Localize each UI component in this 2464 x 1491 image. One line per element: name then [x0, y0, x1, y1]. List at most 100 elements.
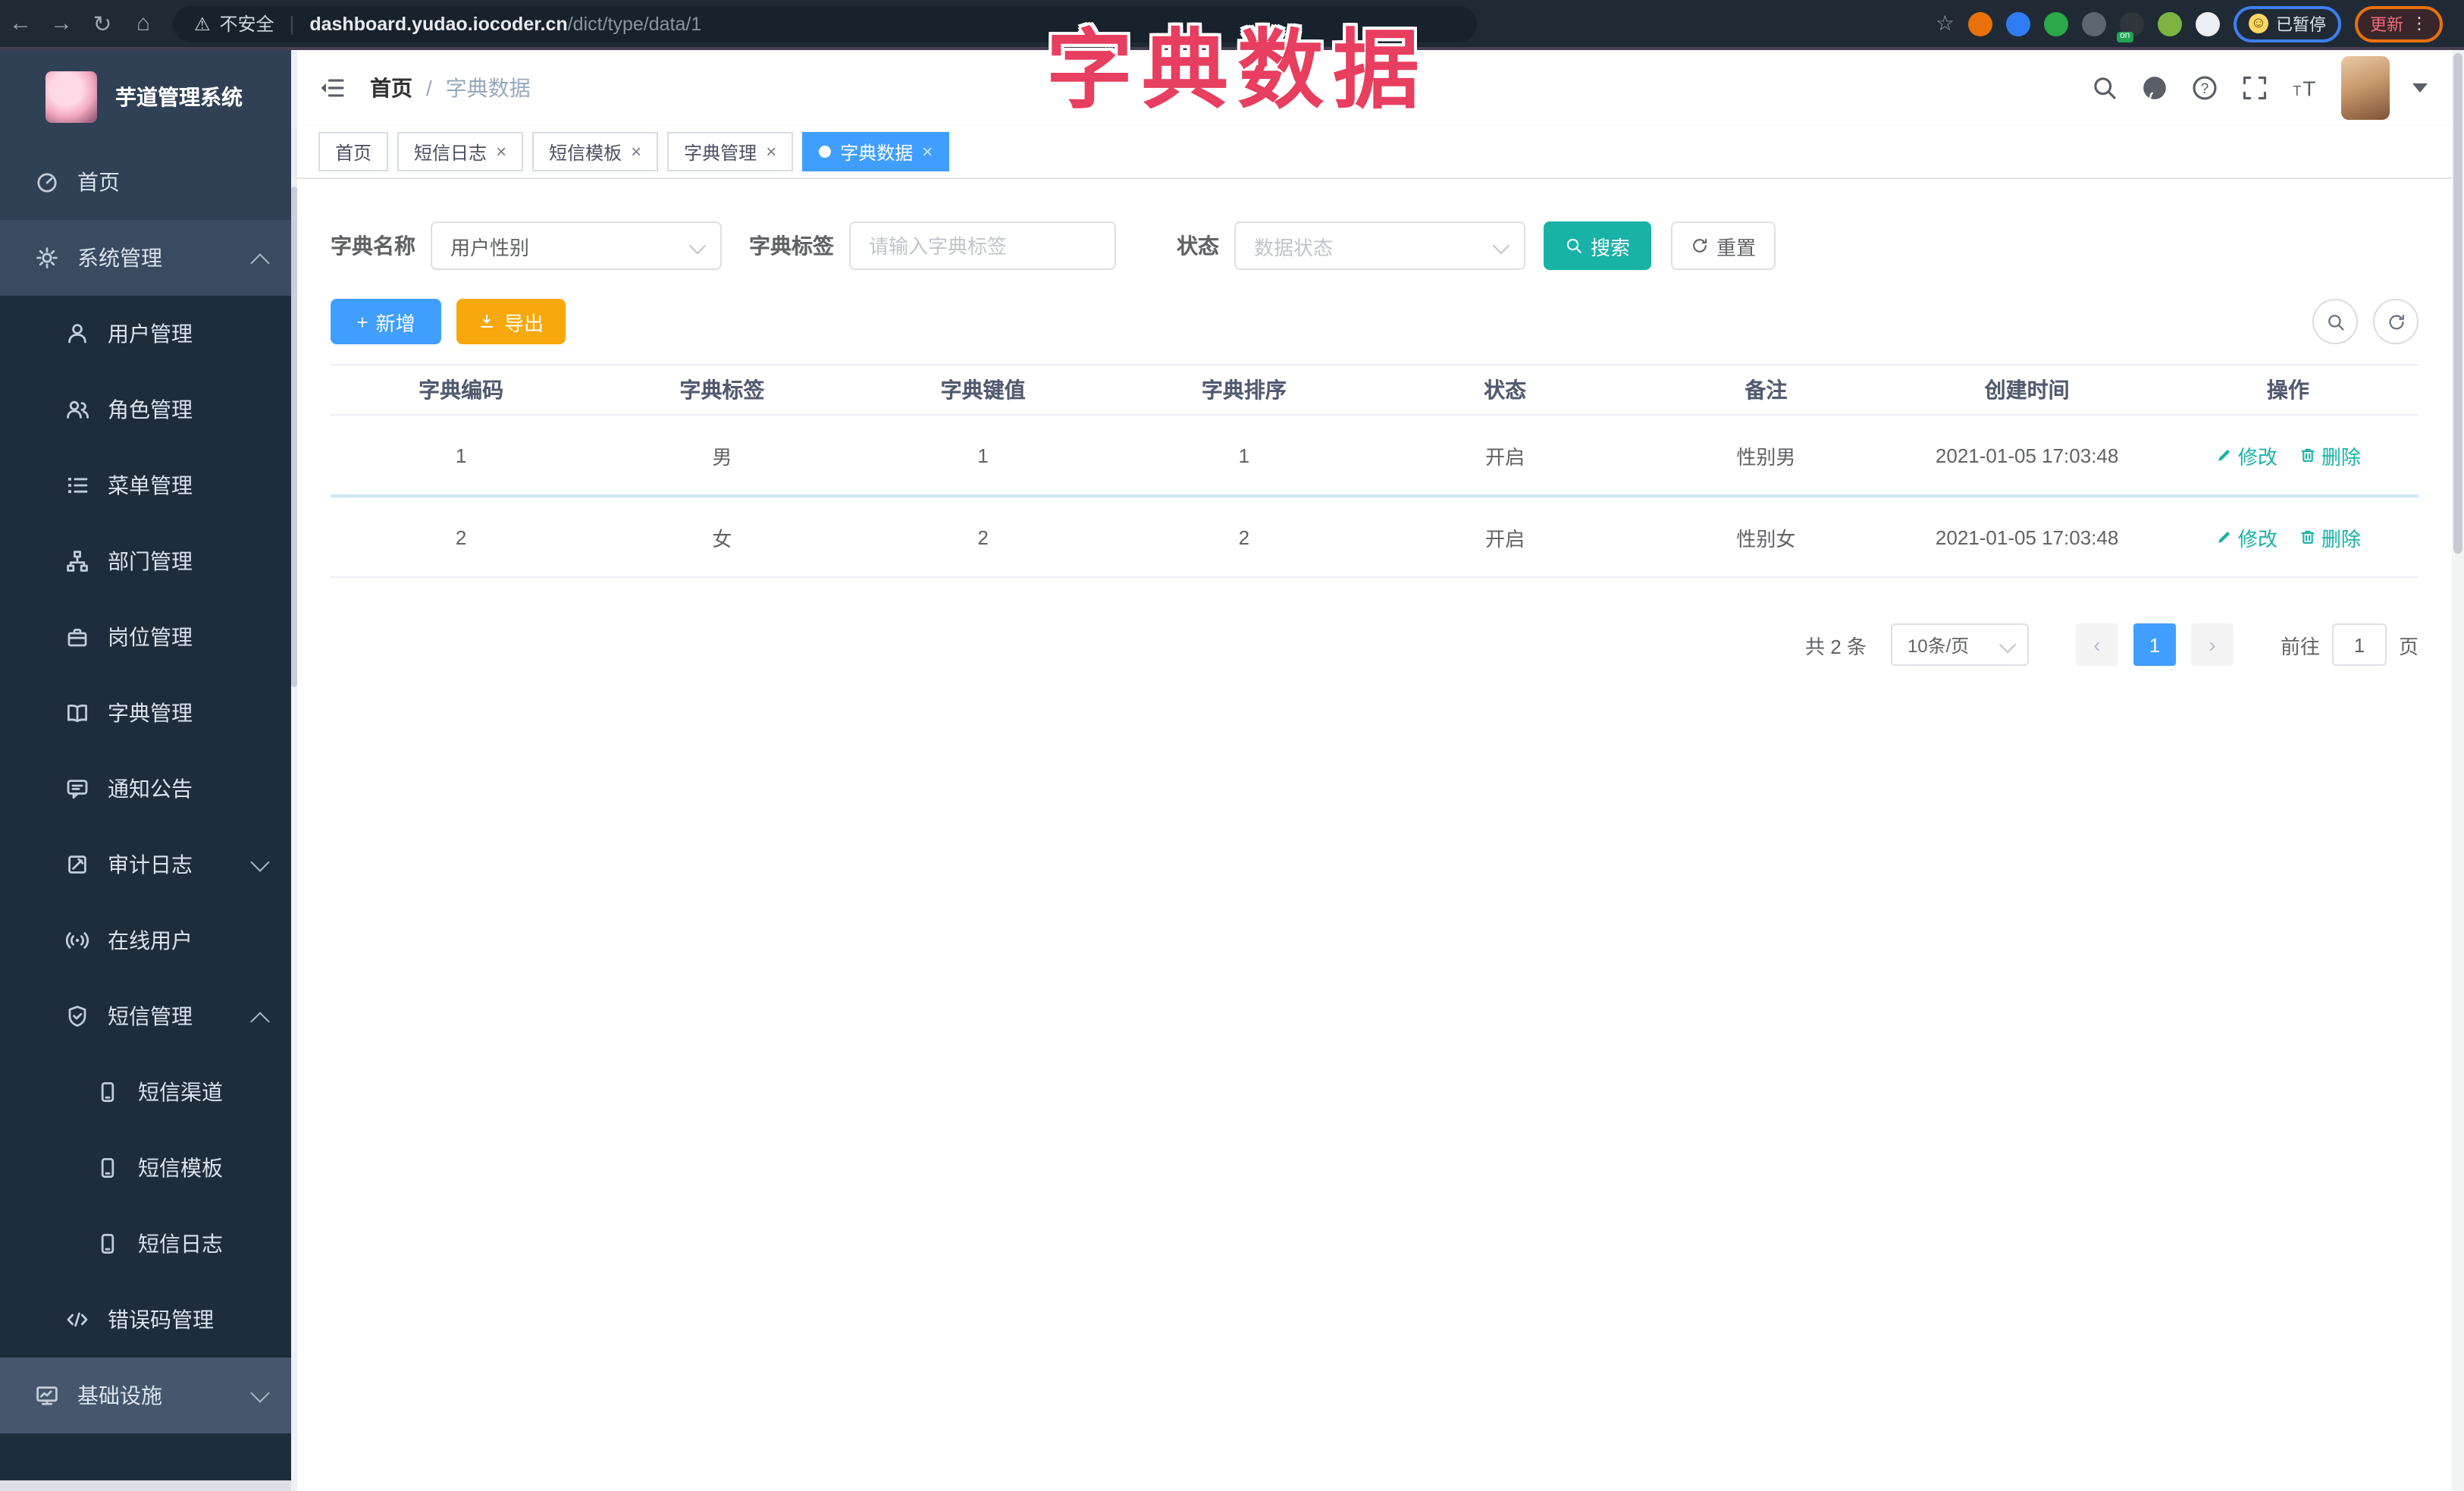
action-label: 删除 — [2321, 527, 2361, 550]
table-cell: 2 — [455, 526, 467, 548]
menu-list-icon — [65, 473, 91, 498]
sidebar-logo[interactable]: 芋道管理系统 — [0, 50, 297, 144]
avatar-caret-icon[interactable] — [2412, 83, 2428, 93]
edit-link[interactable]: 修改 — [2215, 441, 2277, 469]
tab-0[interactable]: 首页 — [318, 132, 389, 171]
sidebar-fold-icon[interactable] — [318, 74, 346, 102]
blue-gem-extension-icon[interactable] — [2006, 11, 2030, 36]
address-bar[interactable]: ⚠ 不安全 | dashboard.yudao.iocoder.cn /dict… — [173, 5, 1477, 42]
tab-close-icon[interactable]: × — [496, 141, 506, 162]
search-icon — [2091, 74, 2118, 102]
export-button[interactable]: 导出 — [456, 299, 566, 344]
delete-link[interactable]: 删除 — [2299, 441, 2361, 469]
profile-paused-badge[interactable]: ☺ 已暂停 — [2234, 5, 2341, 42]
top-navbar: 首页 / 字典数据 ? T T — [297, 50, 2452, 126]
green-check-extension-icon[interactable] — [2044, 11, 2068, 36]
reset-button[interactable]: 重置 — [1671, 221, 1776, 270]
refresh-table-button[interactable] — [2373, 299, 2419, 344]
tab-close-icon[interactable]: × — [766, 141, 776, 162]
tab-1[interactable]: 短信日志 × — [397, 132, 524, 171]
tags-view: 首页 短信日志 × 短信模板 × 字典管理 × 字典数据 × — [297, 126, 2452, 179]
status-select[interactable]: 数据状态 — [1234, 221, 1525, 270]
search-button[interactable]: 搜索 — [1544, 221, 1651, 270]
svg-text:T: T — [2303, 77, 2315, 101]
browser-home-icon[interactable]: ⌂ — [123, 11, 164, 36]
tab-close-icon[interactable]: × — [922, 141, 933, 162]
toggle-search-button[interactable] — [2312, 299, 2358, 344]
table-column-header: 字典标签 — [679, 378, 765, 402]
page-scrollbar[interactable] — [2452, 50, 2464, 1491]
sidebar-item-6[interactable]: 岗位管理 — [0, 599, 297, 675]
edit-icon — [2215, 528, 2234, 546]
table-cell: 开启 — [1485, 527, 1525, 550]
goto-page-input[interactable] — [2331, 623, 2387, 666]
scrollbar-thumb[interactable] — [2453, 53, 2462, 554]
font-size-icon[interactable]: TT — [2291, 74, 2318, 102]
search-icon[interactable] — [2091, 74, 2118, 102]
url-path: /dict/type/data/1 — [567, 13, 702, 34]
browser-menu-icon[interactable]: ⋮ — [2411, 14, 2428, 33]
dark-on-extension-icon[interactable]: on — [2117, 11, 2144, 42]
sidebar-item-15[interactable]: 错误码管理 — [0, 1282, 297, 1358]
sidebar: 芋道管理系统 首页 系统管理用户管理角色管理 菜单管理 部门管理 岗位管理 字典管理通知公… — [0, 50, 297, 1491]
sidebar-item-label: 通知公告 — [108, 777, 193, 801]
sidebar-item-12[interactable]: 短信渠道 — [0, 1054, 297, 1130]
sidebar-item-8[interactable]: 通知公告 — [0, 751, 297, 827]
add-button-label: 新增 — [375, 312, 415, 334]
browser-back-icon[interactable]: ← — [0, 11, 41, 36]
github-icon[interactable] — [2141, 74, 2168, 102]
page-size-select[interactable]: 10条/页 — [1890, 623, 2029, 666]
action-label: 修改 — [2237, 445, 2277, 468]
phone-icon — [96, 1156, 121, 1180]
refresh-icon — [1691, 237, 1709, 255]
edit-link[interactable]: 修改 — [2215, 523, 2277, 551]
sidebar-item-14[interactable]: 短信日志 — [0, 1206, 297, 1282]
prev-page-button[interactable]: ‹ — [2075, 623, 2118, 666]
delete-link[interactable]: 删除 — [2299, 523, 2361, 551]
chevron-up-icon — [250, 1012, 270, 1031]
fullscreen-icon[interactable] — [2241, 74, 2268, 102]
sidebar-item-1[interactable]: 系统管理 — [0, 220, 297, 296]
sidebar-item-0[interactable]: 首页 — [0, 144, 297, 220]
chrome-update-button[interactable]: 更新 ⋮ — [2355, 5, 2443, 42]
sliders-extension-icon[interactable] — [2082, 11, 2106, 36]
tab-4[interactable]: 字典数据 × — [802, 132, 950, 171]
next-page-button[interactable]: › — [2190, 623, 2234, 666]
green-leaf-extension-icon[interactable] — [2158, 11, 2182, 36]
add-button[interactable]: + 新增 — [331, 299, 441, 344]
sidebar-item-3[interactable]: 角色管理 — [0, 372, 297, 447]
sidebar-item-10[interactable]: 在线用户 — [0, 902, 297, 978]
fullscreen-icon — [2241, 74, 2268, 102]
orange-ring-extension-icon[interactable] — [1968, 11, 1992, 36]
question-icon[interactable]: ? — [2191, 74, 2218, 102]
sidebar-item-5[interactable]: 部门管理 — [0, 523, 297, 599]
sidebar-item-7[interactable]: 字典管理 — [0, 675, 297, 751]
sidebar-item-9[interactable]: 审计日志 — [0, 827, 297, 902]
breadcrumb-home[interactable]: 首页 — [370, 73, 412, 103]
tab-close-icon[interactable]: × — [631, 141, 641, 162]
page-number-button[interactable]: 1 — [2133, 623, 2176, 666]
browser-reload-icon[interactable]: ↻ — [82, 10, 123, 37]
sidebar-item-4[interactable]: 菜单管理 — [0, 447, 297, 523]
bookmark-star-icon[interactable]: ☆ — [1936, 11, 1955, 36]
emoji-avatar-icon: ☺ — [2249, 14, 2268, 33]
sidebar-item-2[interactable]: 用户管理 — [0, 296, 297, 372]
tab-3[interactable]: 字典管理 × — [667, 132, 794, 171]
browser-forward-icon[interactable]: → — [41, 11, 82, 36]
sidebar-item-16[interactable]: 基础设施 — [0, 1358, 297, 1433]
sidebar-scrollbar[interactable] — [291, 50, 297, 1491]
tab-2[interactable]: 短信模板 × — [532, 132, 659, 171]
edit-icon — [2215, 446, 2234, 464]
puzzle-extension-icon[interactable] — [2196, 11, 2220, 36]
table-actions-cell: 修改 删除 — [2158, 441, 2419, 469]
sidebar-item-label: 用户管理 — [108, 322, 193, 346]
user-avatar[interactable] — [2341, 56, 2390, 120]
sidebar-item-13[interactable]: 短信模板 — [0, 1130, 297, 1206]
tab-label: 首页 — [335, 142, 372, 163]
dict-name-select[interactable]: 用户性别 — [431, 221, 722, 270]
dict-label-input[interactable] — [849, 221, 1116, 270]
table-cell: 2 — [1238, 526, 1250, 548]
breadcrumb-current: 字典数据 — [445, 76, 531, 100]
sidebar-item-11[interactable]: 短信管理 — [0, 978, 297, 1054]
reset-button-label: 重置 — [1716, 236, 1756, 259]
